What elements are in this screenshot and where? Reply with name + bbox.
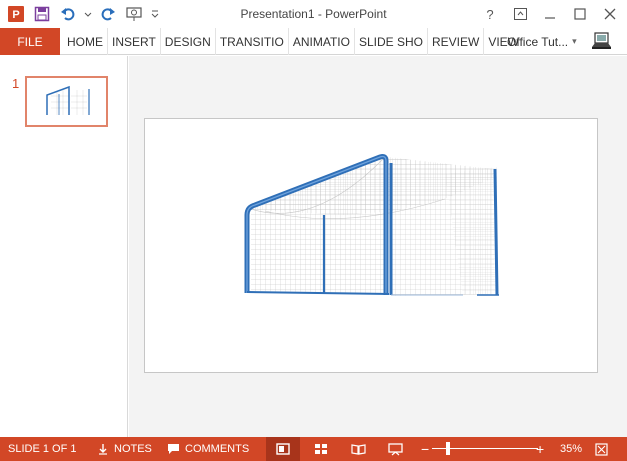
tab-insert[interactable]: INSERT	[108, 28, 161, 55]
account-name: Office Tut...	[507, 34, 569, 49]
ribbon-tab-list: HOME INSERT DESIGN TRANSITIO ANIMATIO SL…	[63, 28, 523, 55]
comments-button[interactable]: COMMENTS	[167, 437, 249, 461]
comments-label: COMMENTS	[185, 443, 250, 455]
tab-file[interactable]: FILE	[0, 28, 60, 55]
quick-access-toolbar: P	[6, 4, 160, 24]
zoom-slider-thumb[interactable]	[446, 442, 450, 455]
account-menu[interactable]: Office Tut... ▾	[507, 28, 577, 55]
save-icon[interactable]	[32, 4, 52, 24]
ribbon-display-options-icon[interactable]	[507, 2, 533, 26]
comment-icon	[168, 444, 179, 454]
thumbnail-number: 1	[12, 76, 20, 91]
title-bar: P Presentation1 - PowerPoint ?	[0, 0, 627, 28]
slide-counter: SLIDE 1 OF 1	[8, 443, 77, 455]
slide-thumbnail[interactable]	[25, 76, 108, 127]
close-icon[interactable]	[597, 2, 623, 26]
normal-view-icon[interactable]	[276, 437, 290, 461]
thumbnail-image	[31, 82, 102, 121]
notes-label: NOTES	[114, 443, 152, 455]
tab-transitions[interactable]: TRANSITIO	[216, 28, 289, 55]
svg-text:P: P	[12, 9, 19, 21]
maximize-icon[interactable]	[567, 2, 593, 26]
reading-view-icon[interactable]	[351, 437, 366, 461]
soccer-goal-image[interactable]	[145, 119, 597, 372]
slide-thumbnail-pane: 1	[0, 56, 128, 437]
redo-icon[interactable]	[98, 4, 118, 24]
help-button[interactable]: ?	[477, 2, 503, 26]
slide-show-icon[interactable]	[388, 437, 403, 461]
notes-button[interactable]: NOTES	[97, 437, 152, 461]
minimize-icon[interactable]	[537, 2, 563, 26]
powerpoint-icon[interactable]: P	[6, 4, 26, 24]
current-slide[interactable]	[144, 118, 598, 373]
notes-icon	[99, 444, 107, 455]
account-avatar-icon[interactable]	[590, 30, 614, 52]
slide-editor	[129, 56, 627, 437]
tab-animations[interactable]: ANIMATIO	[289, 28, 355, 55]
start-from-beginning-icon[interactable]	[124, 4, 144, 24]
tab-slide-show[interactable]: SLIDE SHO	[355, 28, 428, 55]
zoom-out-button[interactable]: −	[421, 437, 429, 461]
undo-dropdown-icon[interactable]	[84, 4, 92, 24]
fit-slide-to-window-icon[interactable]	[595, 437, 608, 461]
ribbon-tabs: FILE HOME INSERT DESIGN TRANSITIO ANIMAT…	[0, 28, 627, 55]
window-controls: ?	[477, 2, 623, 26]
slide-sorter-icon[interactable]	[314, 437, 328, 461]
tab-design[interactable]: DESIGN	[161, 28, 216, 55]
tab-home[interactable]: HOME	[63, 28, 108, 55]
undo-icon[interactable]	[58, 4, 78, 24]
zoom-level[interactable]: 35%	[560, 437, 582, 461]
tab-review[interactable]: REVIEW	[428, 28, 485, 55]
customize-qat-icon[interactable]	[150, 4, 160, 24]
zoom-in-button[interactable]: +	[536, 437, 544, 461]
chevron-down-icon: ▾	[572, 36, 577, 46]
status-bar: SLIDE 1 OF 1 NOTES COMMENTS − + 35%	[0, 437, 627, 461]
